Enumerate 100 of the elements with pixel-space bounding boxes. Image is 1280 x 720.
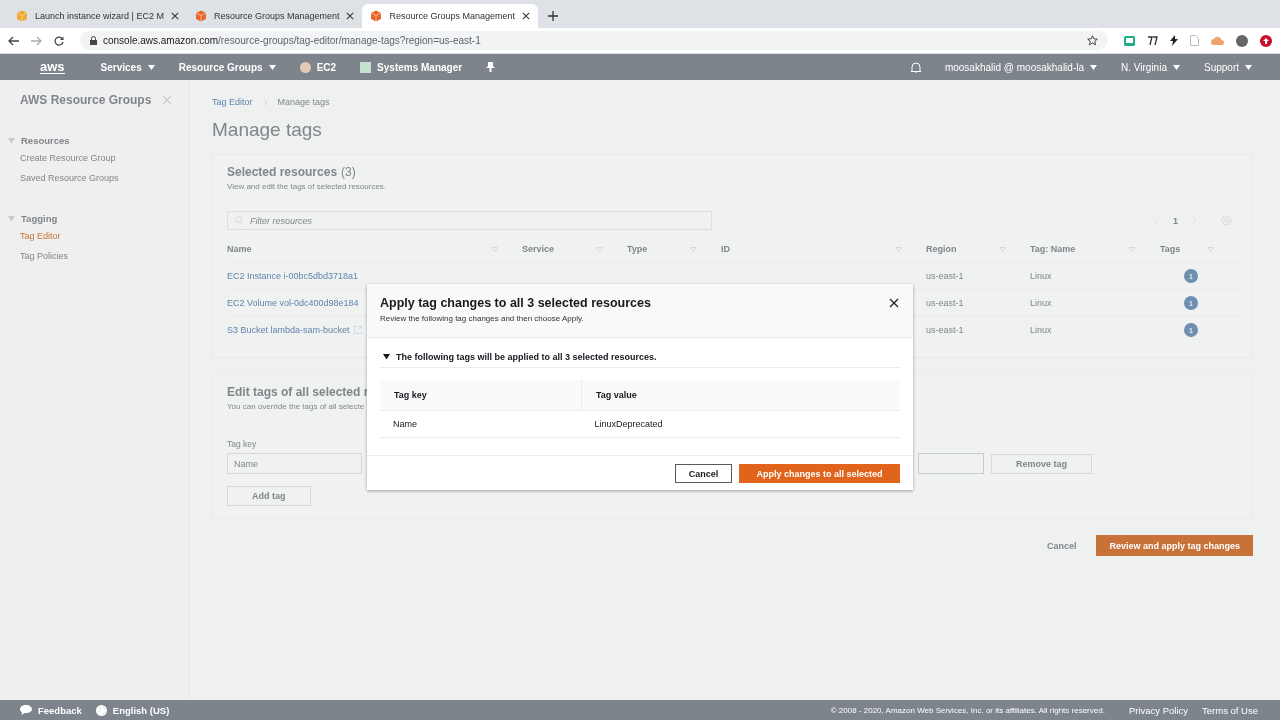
- column-header[interactable]: Region: [926, 244, 957, 254]
- tag-key-field[interactable]: Name: [227, 453, 362, 474]
- caret-icon: [1090, 64, 1097, 70]
- account-menu[interactable]: moosakhalid @ moosakhalid-la: [944, 61, 1084, 73]
- square-icon: [360, 61, 372, 73]
- document-icon[interactable]: [1190, 35, 1199, 46]
- new-tab-icon[interactable]: [548, 11, 559, 21]
- breadcrumb[interactable]: Tag Editor: [212, 97, 253, 107]
- back-arrow-icon[interactable]: [8, 35, 19, 46]
- tag-count-badge[interactable]: 1: [1184, 323, 1198, 337]
- region-menu[interactable]: N. Virginia: [1121, 61, 1167, 73]
- bolt-icon[interactable]: [1170, 35, 1178, 46]
- copyright-text: © 2008 - 2020, Amazon Web Services, Inc. or its affiliates. All rights reserved.: [830, 705, 1105, 715]
- avatar[interactable]: [1236, 34, 1248, 47]
- bell-icon[interactable]: [910, 61, 921, 73]
- resource-count: (3): [341, 165, 356, 179]
- nav-link[interactable]: Services: [100, 61, 142, 73]
- panel-description: View and edit the tags of selected resources.: [227, 182, 388, 191]
- close-icon[interactable]: [522, 12, 531, 20]
- sidebar-section-title[interactable]: Resources: [21, 135, 70, 146]
- nav-link[interactable]: EC2: [316, 61, 337, 73]
- footer-link[interactable]: Privacy Policy: [1128, 704, 1189, 716]
- sidebar-item[interactable]: Saved Resource Groups: [20, 173, 189, 183]
- globe-icon: [95, 704, 107, 716]
- add-tag-button[interactable]: Add tag: [227, 486, 311, 506]
- screen-extension-icon[interactable]: [1124, 35, 1135, 46]
- sort-caret-icon[interactable]: [491, 246, 498, 252]
- column-header: Tag value: [596, 390, 637, 400]
- column-header[interactable]: Service: [522, 244, 555, 254]
- external-link-icon[interactable]: [353, 326, 362, 334]
- review-apply-button[interactable]: Review and apply tag changes: [1096, 535, 1253, 556]
- chevron-right-icon: [262, 98, 268, 106]
- reload-icon[interactable]: [54, 35, 64, 46]
- address-bar[interactable]: console.aws.amazon.com/resource-groups/tag-editor/manage-tags?region=us-east-1: [80, 31, 1108, 50]
- cancel-link[interactable]: Cancel: [1046, 540, 1077, 551]
- cloud-icon[interactable]: [1211, 36, 1224, 45]
- table-cell: Linux: [1030, 289, 1160, 316]
- sidebar-title: AWS Resource Groups: [20, 93, 152, 107]
- expanded-triangle-icon[interactable]: [383, 353, 390, 360]
- cube-icon: [194, 10, 207, 22]
- column-header[interactable]: ID: [721, 244, 730, 254]
- resource-link[interactable]: EC2 Volume vol-0dc400d98e184: [227, 298, 359, 308]
- upload-badge-icon[interactable]: [1260, 34, 1272, 47]
- url-text: console.aws.amazon.com/resource-groups/tag-editor/manage-tags?region=us-east-1: [103, 35, 481, 46]
- aws-logo[interactable]: aws: [40, 60, 65, 74]
- lock-icon: [90, 36, 97, 45]
- nav-link[interactable]: Systems Manager: [377, 61, 463, 73]
- star-icon[interactable]: [1087, 35, 1098, 46]
- language-selector[interactable]: English (US): [112, 704, 170, 716]
- sort-caret-icon[interactable]: [895, 246, 902, 252]
- settings-icon[interactable]: [1221, 215, 1232, 226]
- breadcrumb: Manage tags: [277, 97, 330, 107]
- sort-caret-icon[interactable]: [1129, 246, 1136, 252]
- footer-link[interactable]: Terms of Use: [1202, 704, 1258, 716]
- caret-icon: [147, 64, 155, 70]
- tag-value-field[interactable]: [918, 453, 984, 474]
- dialog-subtitle: Review the following tag changes and then choose Apply.: [380, 314, 585, 323]
- tag-count-badge[interactable]: 1: [1184, 269, 1198, 283]
- filter-field[interactable]: Filter resources: [227, 211, 712, 230]
- nav-link[interactable]: Resource Groups: [178, 61, 263, 73]
- sidebar-item[interactable]: Tag Editor: [20, 231, 189, 241]
- sort-caret-icon[interactable]: [596, 246, 603, 252]
- browser-tab[interactable]: Resource Groups Management: [362, 4, 539, 28]
- sort-caret-icon[interactable]: [999, 246, 1006, 252]
- apply-changes-button[interactable]: Apply changes to all selected: [739, 464, 900, 483]
- cube-icon: [370, 10, 383, 22]
- support-menu[interactable]: Support: [1203, 61, 1239, 73]
- cancel-button[interactable]: Cancel: [675, 464, 732, 483]
- column-header[interactable]: Tag: Name: [1030, 244, 1076, 254]
- table-cell: us-east-1: [926, 262, 1030, 289]
- browser-tab[interactable]: Resource Groups Management: [186, 4, 363, 28]
- caret-icon: [1172, 64, 1180, 70]
- sevens-extension-icon[interactable]: [1147, 35, 1158, 46]
- sidebar-section-title[interactable]: Tagging: [21, 213, 58, 224]
- section-toggle[interactable]: The following tags will be applied to all 3 selected resources.: [396, 351, 657, 362]
- table-cell: Linux: [1030, 316, 1160, 343]
- pin-icon[interactable]: [486, 62, 496, 72]
- feedback-link[interactable]: Feedback: [38, 704, 82, 716]
- resource-link[interactable]: EC2 Instance i-00bc5dbd3718a1: [227, 271, 359, 281]
- sort-caret-icon[interactable]: [1207, 246, 1214, 252]
- resource-link[interactable]: S3 Bucket lambda-sam-bucket: [227, 325, 350, 335]
- forward-arrow-icon[interactable]: [31, 35, 42, 46]
- sidebar-item[interactable]: Tag Policies: [20, 251, 189, 261]
- close-icon[interactable]: [170, 12, 179, 20]
- page-title: Manage tags: [212, 119, 323, 141]
- close-icon[interactable]: [889, 298, 899, 308]
- table-cell: us-east-1: [926, 316, 1030, 343]
- panel-title: Selected resources: [227, 165, 338, 179]
- column-header[interactable]: Name: [227, 244, 252, 254]
- column-header[interactable]: Type: [627, 244, 648, 254]
- table-cell: Name: [393, 419, 417, 429]
- browser-tab[interactable]: Launch instance wizard | EC2 M: [8, 4, 187, 28]
- tag-count-badge[interactable]: 1: [1184, 296, 1198, 310]
- page-number[interactable]: 1: [1173, 215, 1178, 226]
- sidebar-item[interactable]: Create Resource Group: [20, 153, 189, 163]
- close-icon[interactable]: [346, 12, 355, 20]
- search-icon: [235, 216, 244, 225]
- column-header[interactable]: Tags: [1160, 244, 1181, 254]
- sort-caret-icon[interactable]: [690, 246, 697, 252]
- remove-tag-button[interactable]: Remove tag: [991, 454, 1093, 474]
